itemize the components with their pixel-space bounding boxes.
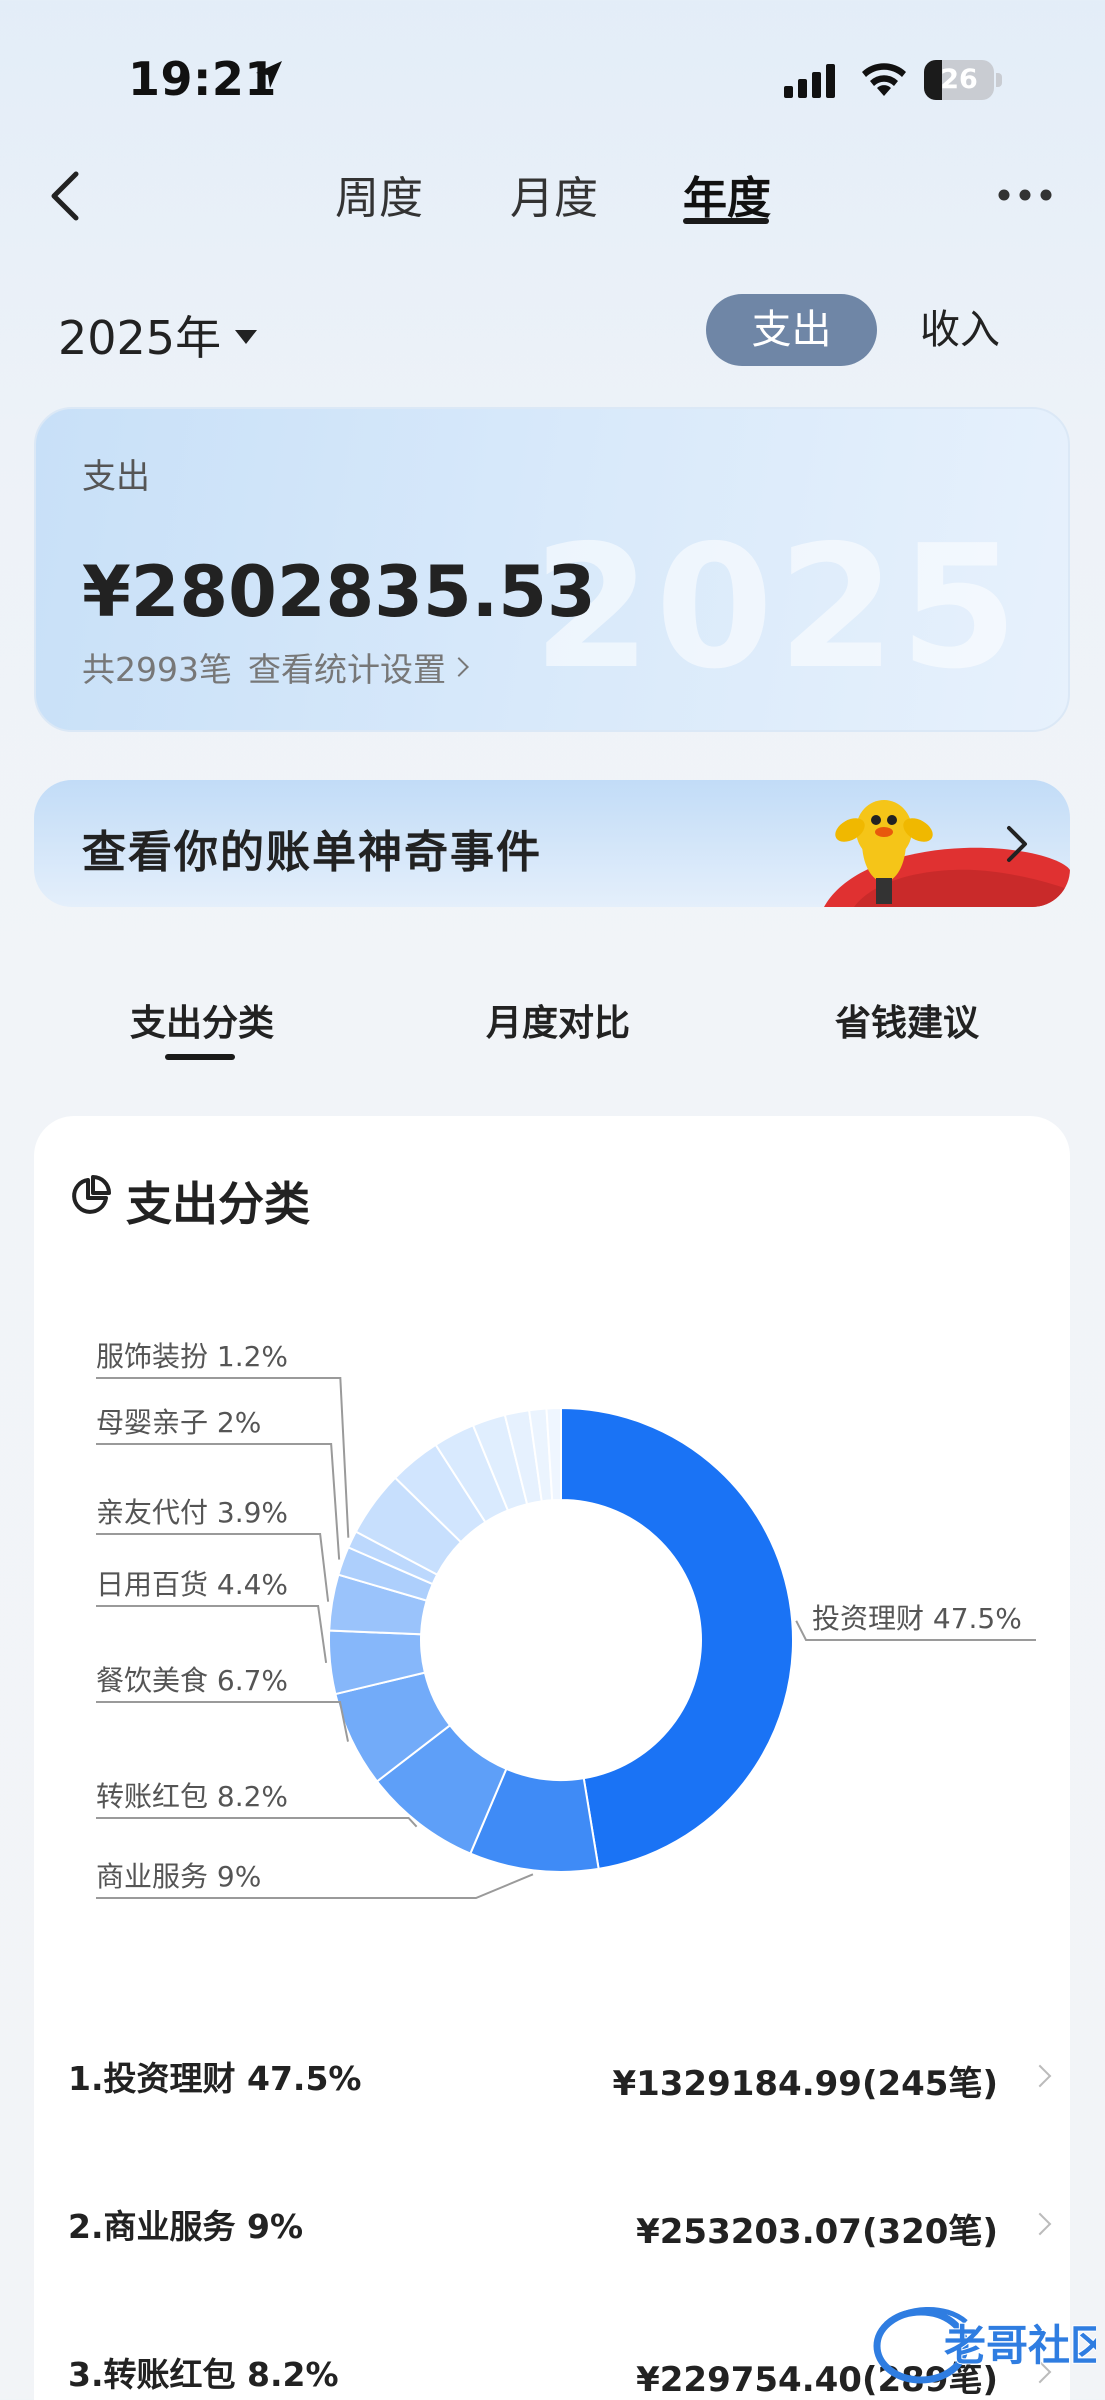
- location-arrow-icon: [256, 61, 282, 88]
- bill-events-banner[interactable]: 查看你的账单神奇事件: [34, 780, 1070, 907]
- category-list-name: 1.投资理财 47.5%: [68, 2059, 362, 2098]
- toggle-income-button[interactable]: 收入: [900, 294, 1020, 366]
- tab-monthly[interactable]: 月度: [510, 162, 598, 226]
- status-bar: 19:21 26: [0, 0, 1105, 160]
- category-list-name: 3.转账红包 8.2%: [68, 2355, 339, 2394]
- summary-card: 2025 支出 ¥2802835.53 共2993笔 查看统计设置: [34, 407, 1070, 732]
- donut-slice-投资理财: [560, 1406, 794, 1871]
- community-watermark-logo: 老哥社区: [873, 2307, 1096, 2384]
- summary-amount: ¥2802835.53: [82, 551, 596, 633]
- caret-down-icon: [235, 330, 258, 344]
- slice-label-转账红包: 转账红包 8.2%: [96, 1780, 288, 1813]
- summary-count: 共2993笔: [82, 650, 232, 689]
- active-section-indicator: [165, 1054, 235, 1060]
- category-list-value: ¥1329184.99(245笔): [612, 2064, 998, 2104]
- slice-label-投资理财: 投资理财 47.5%: [812, 1602, 1022, 1635]
- summary-meta: 共2993笔 查看统计设置: [82, 643, 469, 691]
- chevron-right-icon: [1028, 2212, 1052, 2236]
- expense-donut-chart: 投资理财 47.5% 商业服务 9% 转账红包 8.2% 餐饮美食 6.7% 日用百货 …: [96, 1340, 1036, 1899]
- wifi-icon: [862, 63, 906, 96]
- cellular-signal-icon: [784, 64, 835, 98]
- slice-label-服饰装扮: 服饰装扮 1.2%: [96, 1340, 288, 1373]
- leader-line: [96, 1701, 349, 1742]
- toggle-expense-button[interactable]: 支出: [706, 294, 877, 366]
- category-list-name: 2.商业服务 9%: [68, 2207, 304, 2246]
- stats-settings-link[interactable]: 查看统计设置: [248, 643, 446, 691]
- leader-line: [96, 1605, 328, 1664]
- slice-label-商业服务: 商业服务 9%: [96, 1860, 261, 1893]
- chevron-right-icon: [1028, 2064, 1052, 2088]
- banner-text: 查看你的账单神奇事件: [82, 827, 542, 878]
- chevron-right-icon: [1007, 826, 1027, 862]
- svg-text:老哥社区: 老哥社区: [944, 2321, 1096, 2370]
- expense-category-card: 支出分类 投资理财 47.5% 商业服务 9% 转账红包 8.2% 餐饮美食 6.7%…: [34, 1116, 1070, 2400]
- more-options-icon[interactable]: [996, 186, 1054, 204]
- leader-line: [96, 1817, 418, 1828]
- year-selector[interactable]: 2025年: [58, 302, 258, 368]
- battery-indicator: 26: [924, 60, 1002, 100]
- slice-label-日用百货: 日用百货 4.4%: [96, 1568, 288, 1601]
- battery-level-text: 26: [940, 64, 978, 95]
- active-tab-indicator: [683, 218, 769, 224]
- category-list-item[interactable]: 2.商业服务 9% ¥253203.07(320笔): [68, 2200, 1058, 2260]
- slice-label-亲友代付: 亲友代付 3.9%: [96, 1496, 288, 1529]
- chevron-right-icon: [449, 657, 469, 677]
- slice-label-餐饮美食: 餐饮美食 6.7%: [96, 1664, 288, 1697]
- summary-label: 支出: [82, 457, 150, 497]
- tab-expense-category[interactable]: 支出分类: [130, 994, 274, 1046]
- tab-yearly[interactable]: 年度: [683, 162, 771, 226]
- category-list-item[interactable]: 1.投资理财 47.5% ¥1329184.99(245笔): [68, 2052, 1058, 2112]
- tab-monthly-compare[interactable]: 月度对比: [486, 994, 630, 1046]
- tab-saving-tips[interactable]: 省钱建议: [835, 994, 979, 1046]
- back-arrow-icon[interactable]: [44, 168, 92, 224]
- year-label: 2025年: [58, 311, 222, 365]
- summary-watermark-year: 2025: [532, 509, 1022, 707]
- tab-weekly[interactable]: 周度: [335, 162, 423, 226]
- category-list-value: ¥253203.07(320笔): [636, 2212, 998, 2252]
- slice-label-母婴亲子: 母婴亲子 2%: [96, 1406, 261, 1439]
